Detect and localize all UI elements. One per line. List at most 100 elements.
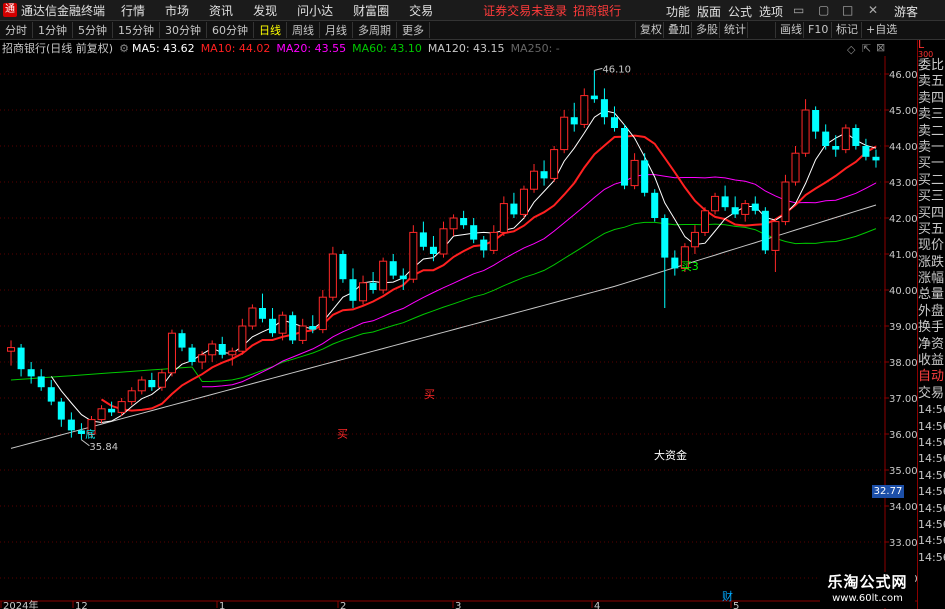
adjust-button[interactable]: 复权	[635, 22, 666, 38]
close-icon[interactable]: ✕	[868, 3, 878, 17]
overlay-button[interactable]: 叠加	[663, 22, 694, 38]
candle-body-down	[480, 239, 488, 251]
menu-item-discover[interactable]: 发现	[253, 2, 277, 19]
candle-body-up	[137, 379, 146, 392]
candle-body-up	[208, 343, 217, 356]
candle-body-down	[651, 192, 659, 218]
candle-body-down	[269, 318, 277, 334]
f10-button[interactable]: F10	[803, 22, 832, 38]
auto-label[interactable]: 自动	[918, 369, 945, 385]
period-tab[interactable]: 5分钟	[73, 22, 113, 38]
quote-field-label: 涨幅	[918, 271, 945, 287]
menu-item-trade[interactable]: 交易	[409, 2, 433, 19]
ma20-value: MA20: 43.55	[276, 41, 347, 55]
watermark-url: www.60lt.com	[832, 593, 903, 604]
candlestick-chart[interactable]: 46.00 45.00 44.00 43.00 42.00 41.00 40.00 39.00…	[0, 56, 917, 609]
menu-layout[interactable]: 版面	[697, 3, 721, 20]
candle-body-up	[801, 109, 810, 154]
mark-button[interactable]: 标记	[831, 22, 862, 38]
candle-body-up	[7, 347, 16, 352]
period-tab[interactable]: 15分钟	[113, 22, 160, 38]
draw-button[interactable]: 画线	[775, 22, 806, 38]
candle-body-up	[97, 408, 106, 421]
candle-body-down	[621, 128, 629, 186]
tick-time: 14:56	[918, 468, 945, 482]
candle-body-down	[872, 156, 880, 161]
quote-field-label: 卖一	[918, 139, 945, 155]
period-tab[interactable]: 60分钟	[207, 22, 254, 38]
price-tick-label: 40.00	[889, 286, 917, 297]
restore-icon[interactable]: ▢	[818, 3, 829, 17]
period-tab[interactable]: 多周期	[353, 22, 397, 38]
ma120-value: MA120: 43.15	[427, 41, 505, 55]
price-tick-label: 38.00	[889, 358, 917, 369]
menu-item-wealth[interactable]: 财富圈	[353, 2, 389, 19]
ma20-line	[202, 174, 877, 388]
candle-body-up	[560, 116, 569, 151]
candle-body-up	[278, 314, 287, 334]
menu-bar: 通 通达信金融终端 行情 市场 资讯 发现 问小达 财富圈 交易 证券交易未登录…	[0, 0, 945, 21]
menu-formula[interactable]: 公式	[728, 3, 752, 20]
candle-body-up	[771, 221, 780, 251]
candle-body-up	[439, 228, 448, 255]
period-tab[interactable]: 30分钟	[160, 22, 207, 38]
collapse-icon[interactable]: ◇	[847, 43, 855, 56]
stats-button[interactable]: 统计	[719, 22, 750, 38]
close-panel-icon[interactable]: ⊠	[876, 41, 885, 54]
menu-item-markets[interactable]: 市场	[165, 2, 189, 19]
candle-body-down	[148, 380, 156, 388]
period-tab[interactable]: 月线	[320, 22, 353, 38]
candle-body-up	[580, 95, 589, 125]
menu-options[interactable]: 选项	[759, 3, 783, 20]
ma10-value: MA10: 44.02	[200, 41, 271, 55]
candle-body-up	[157, 372, 166, 388]
period-tab[interactable]: 分时	[0, 22, 33, 38]
price-tick-label: 39.00	[889, 322, 917, 333]
price-tick-label: 45.00	[889, 106, 917, 117]
blank-button[interactable]	[747, 22, 774, 38]
high-price-label: 46.10	[602, 64, 631, 75]
buy-signal: 买	[424, 388, 435, 401]
candle-body-up	[630, 159, 639, 187]
expand-icon[interactable]: ⇱	[862, 42, 871, 55]
period-tab-active[interactable]: 日线	[254, 22, 287, 38]
candle-body-down	[389, 261, 397, 276]
candle-body-down	[108, 408, 116, 413]
menu-function[interactable]: 功能	[666, 3, 690, 20]
candle-body-down	[57, 401, 65, 420]
price-tick-label: 35.00	[889, 466, 917, 477]
settings-icon[interactable]: ⚙	[119, 42, 129, 55]
candle-body-up	[711, 195, 720, 212]
candle-body-up	[519, 188, 528, 215]
candle-body-down	[349, 279, 357, 301]
maximize-icon[interactable]: □	[842, 3, 853, 17]
candle-body-up	[379, 260, 388, 291]
menu-item-ask[interactable]: 问小达	[297, 2, 333, 19]
buy-signal: 买	[337, 428, 348, 441]
menu-item-news[interactable]: 资讯	[209, 2, 233, 19]
menu-item-market[interactable]: 行情	[121, 2, 145, 19]
candle-body-down	[822, 131, 830, 146]
date-tick-label: 1	[219, 601, 225, 609]
period-tab[interactable]: 周线	[287, 22, 320, 38]
period-tab[interactable]: 更多	[397, 22, 430, 38]
candle-body-down	[339, 254, 347, 280]
price-tick-label: 33.00	[889, 538, 917, 549]
login-notice[interactable]: 证券交易未登录	[483, 2, 567, 19]
price-tick-label: 37.00	[889, 394, 917, 405]
quote-field-label: 买三	[918, 189, 945, 205]
price-tick-label: 42.00	[889, 214, 917, 225]
price-tick-label: 34.00	[889, 502, 917, 513]
watermark-title: 乐淘公式网	[827, 573, 908, 591]
multi-stock-button[interactable]: 多股	[691, 22, 722, 38]
add-watchlist-button[interactable]: +自选	[861, 22, 901, 38]
trade-label[interactable]: 交易	[918, 386, 945, 402]
minimize-icon[interactable]: ▭	[793, 3, 804, 17]
guest-button[interactable]: 游客	[894, 3, 918, 20]
period-tab[interactable]: 1分钟	[33, 22, 73, 38]
watermark: 乐淘公式网 www.60lt.com	[820, 572, 915, 608]
indicator-line: 招商银行(日线 前复权) ⚙ MA5: 43.62 MA10: 44.02 MA…	[0, 40, 566, 56]
quote-field-label: 卖二	[918, 123, 945, 139]
candle-body-up	[449, 217, 458, 230]
candle-body-up	[328, 253, 337, 298]
